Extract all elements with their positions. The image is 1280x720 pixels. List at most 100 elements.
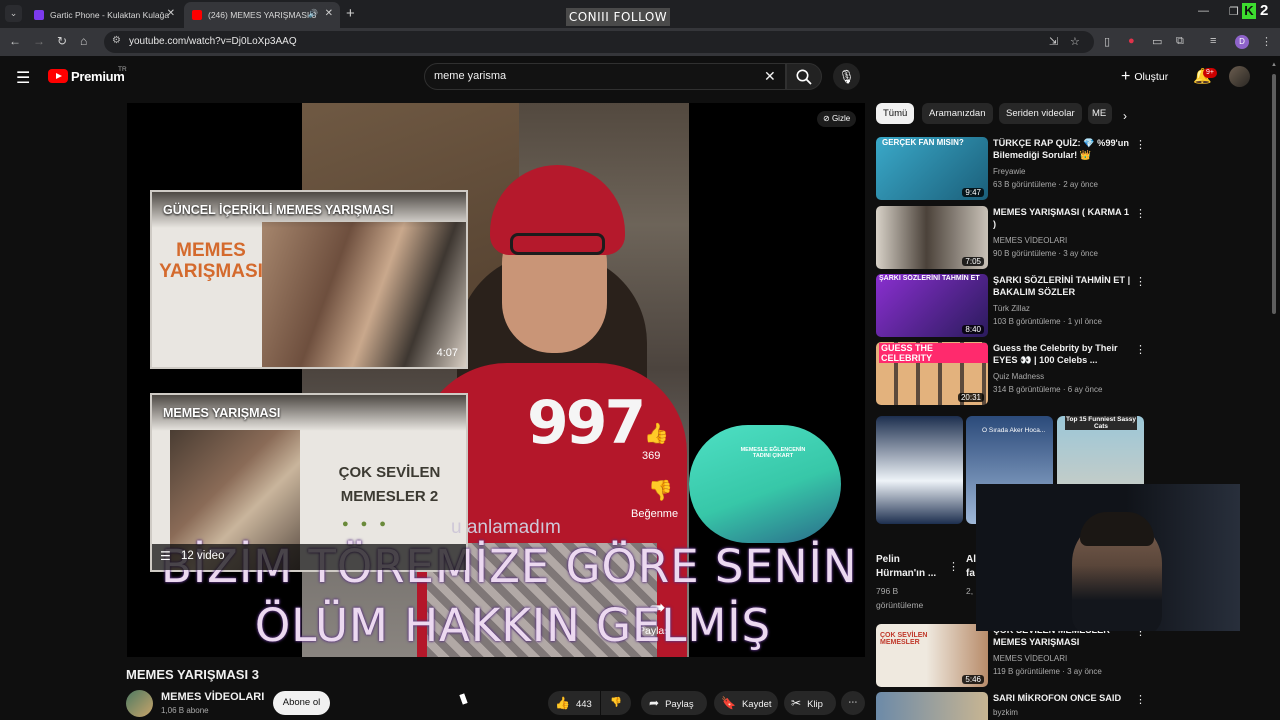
recommendation-channel[interactable]: MEMES VİDEOLARI xyxy=(993,654,1067,663)
recommendation-thumbnail[interactable] xyxy=(876,692,988,720)
recommendation-title[interactable]: ŞARKI SÖZLERİNİ TAHMİN ET | BAKALIM SÖZL… xyxy=(993,274,1131,299)
youtube-logo-icon[interactable] xyxy=(48,69,68,83)
channel-avatar[interactable] xyxy=(126,690,153,717)
tab-close-icon[interactable]: ✕ xyxy=(167,8,175,19)
chips-next-chevron-right-icon[interactable]: › xyxy=(1123,109,1127,123)
recommendation-channel[interactable]: MEMES VİDEOLARI xyxy=(993,236,1067,245)
reload-icon[interactable]: ↻ xyxy=(57,34,67,48)
scrollbar-thumb[interactable] xyxy=(1272,74,1276,314)
tab-close-icon[interactable]: ✕ xyxy=(325,8,333,19)
media-controls-icon[interactable]: ≡ xyxy=(1210,35,1216,47)
endscreen-playlist-card[interactable]: MEMES YARIŞMASI ÇOK SEVİLEN MEMESLER 2 ●… xyxy=(150,393,468,572)
recommendation-title[interactable]: TÜRKÇE RAP QUİZ: 💎 %99'un Bilemediği Sor… xyxy=(993,137,1131,161)
chip-series-videos[interactable]: Seriden videolar xyxy=(999,103,1082,124)
recommendation-channel[interactable]: Türk Zillaz xyxy=(993,304,1030,313)
tab-search-chevron-down-icon[interactable]: ⌄ xyxy=(5,5,22,22)
recommendation-item[interactable]: GUESS THE CELEBRITY 20:31 Guess the Cele… xyxy=(876,342,1146,406)
recommendation-menu-kebab-icon[interactable]: ⋮ xyxy=(1135,138,1146,151)
recommendation-title[interactable]: MEMES YARIŞMASI ( KARMA 1 ) xyxy=(993,206,1131,230)
page-scrollbar[interactable]: ▲ xyxy=(1270,60,1278,720)
bookmarks-icon[interactable]: ▯ xyxy=(1104,35,1110,48)
kick-viewer-count: 2 xyxy=(1260,2,1269,19)
restore-icon[interactable]: ❐ xyxy=(1229,5,1239,18)
youtube-premium-wordmark[interactable]: Premium xyxy=(71,69,125,84)
like-button[interactable]: 👍 443 xyxy=(548,691,600,715)
search-button[interactable] xyxy=(786,63,822,90)
dislike-button[interactable]: 👎 xyxy=(601,691,631,715)
back-arrow-icon[interactable]: ← xyxy=(9,34,21,48)
search-query-text[interactable]: meme yarisma xyxy=(434,70,506,82)
search-input[interactable]: meme yarisma ✕ xyxy=(424,63,786,90)
browser-menu-kebab-icon[interactable]: ⋮ xyxy=(1261,35,1272,48)
chip-all[interactable]: Tümü xyxy=(876,103,915,124)
chip-from-search[interactable]: Aramanızdan xyxy=(922,103,993,124)
home-icon[interactable]: ⌂ xyxy=(80,34,87,48)
playlist-count: 12 video xyxy=(181,550,225,562)
shorts-title[interactable]: Al fa xyxy=(966,553,976,581)
recommendation-menu-kebab-icon[interactable]: ⋮ xyxy=(1135,275,1146,288)
search-icon xyxy=(796,69,812,85)
recommendation-channel[interactable]: byzkim xyxy=(993,708,1018,717)
recommendation-item[interactable]: ÇOK SEVİLEN MEMESLER 5:46 ÇOK SEVİLEN ME… xyxy=(876,624,1146,688)
shorts-tile[interactable] xyxy=(876,416,963,524)
minimize-icon[interactable]: — xyxy=(1198,5,1209,17)
recommendation-item[interactable]: GERÇEK FAN MISIN? 9:47 TÜRKÇE RAP QUİZ: … xyxy=(876,137,1146,201)
channel-promo-circle[interactable]: MEMESLE EĞLENCENİN TADINI ÇIKART xyxy=(689,425,841,543)
endscreen-video-card[interactable]: GÜNCEL İÇERİKLİ MEMES YARIŞMASI MEMES YA… xyxy=(150,190,468,369)
new-tab-plus-icon[interactable]: + xyxy=(346,5,355,22)
more-actions-kebab-icon[interactable]: ⋯ xyxy=(841,691,865,715)
hide-button[interactable]: ⊘ Gizle xyxy=(817,111,857,127)
recommendation-item[interactable]: 7:05 MEMES YARIŞMASI ( KARMA 1 ) MEMES V… xyxy=(876,206,1146,270)
scroll-up-arrow-icon[interactable]: ▲ xyxy=(1271,62,1277,68)
hamburger-menu-icon[interactable]: ☰ xyxy=(16,68,30,88)
browser-tab-strip: ⌄ Gartic Phone - Kulaktan Kulağa ✕ (246)… xyxy=(0,0,1280,28)
extension-cast-icon[interactable]: ▭ xyxy=(1152,35,1162,48)
account-avatar[interactable] xyxy=(1229,66,1250,87)
shorts-like-thumb-icon[interactable]: 👍 xyxy=(644,421,669,446)
install-app-icon[interactable]: ⇲ xyxy=(1049,35,1058,48)
recommendation-thumbnail[interactable]: GUESS THE CELEBRITY 20:31 xyxy=(876,342,988,405)
browser-profile-avatar[interactable]: D xyxy=(1235,35,1249,49)
shorts-dislike-thumb-icon[interactable]: 👎 xyxy=(648,478,673,503)
subscribe-button[interactable]: Abone ol xyxy=(273,691,330,715)
clear-search-close-icon[interactable]: ✕ xyxy=(764,68,776,85)
extension-red-icon[interactable]: ● xyxy=(1128,35,1135,47)
bookmark-star-icon[interactable]: ☆ xyxy=(1070,35,1080,48)
recommendation-item[interactable]: SARI MİKROFON ONCE SAID byzkim ⋮ xyxy=(876,692,1146,720)
card-duration: 4:07 xyxy=(436,347,458,359)
video-player[interactable]: 997 ⊘ Gizle GÜNCEL İÇERİKLİ MEMES YARIŞM… xyxy=(127,103,865,657)
shorts-title[interactable]: Pelin Hürman'ın ... xyxy=(876,553,942,581)
tab-youtube-active[interactable]: (246) MEMES YARIŞMASI 3 🔊 ✕ xyxy=(184,2,340,28)
clip-button[interactable]: ✂ Klip xyxy=(784,691,836,715)
save-button[interactable]: 🔖 Kaydet xyxy=(714,691,778,715)
site-info-tune-icon[interactable]: ⚙ xyxy=(112,35,121,46)
chip-truncated[interactable]: ME xyxy=(1088,103,1112,124)
recommendation-title[interactable]: SARI MİKROFON ONCE SAID xyxy=(993,692,1131,704)
recommendation-menu-kebab-icon[interactable]: ⋮ xyxy=(1135,207,1146,220)
youtube-favicon-icon xyxy=(192,10,202,20)
speaker-icon[interactable]: 🔊 xyxy=(308,9,318,18)
shorts-menu-kebab-icon[interactable]: ⋮ xyxy=(948,560,959,573)
recommendation-title[interactable]: Guess the Celebrity by Their EYES 👀 | 10… xyxy=(993,342,1131,366)
shorts-overlay-text: O Sırada Aker Hoca... xyxy=(982,427,1046,434)
recommendation-channel[interactable]: Freyawie xyxy=(993,167,1025,176)
recommendation-thumbnail[interactable]: ŞARKI SÖZLERİNİ TAHMİN ET 8:40 xyxy=(876,274,988,337)
recommendation-channel[interactable]: Quiz Madness xyxy=(993,372,1044,381)
tab-gartic-phone[interactable]: Gartic Phone - Kulaktan Kulağa ✕ xyxy=(26,2,182,28)
url-text[interactable]: youtube.com/watch?v=Dj0LoXp3AAQ xyxy=(129,36,297,47)
thumbnail-text: GERÇEK FAN MISIN? xyxy=(882,138,964,147)
voice-search-microphone-icon[interactable]: 🎙 xyxy=(833,63,860,90)
recommendation-thumbnail[interactable]: 7:05 xyxy=(876,206,988,269)
video-duration: 5:46 xyxy=(962,675,984,684)
share-button[interactable]: ➦ Paylaş xyxy=(641,691,707,715)
recommendation-thumbnail[interactable]: GERÇEK FAN MISIN? 9:47 xyxy=(876,137,988,200)
recommendation-thumbnail[interactable]: ÇOK SEVİLEN MEMESLER 5:46 xyxy=(876,624,988,687)
create-button[interactable]: + Oluştur xyxy=(1121,68,1168,86)
recommendation-menu-kebab-icon[interactable]: ⋮ xyxy=(1135,343,1146,356)
extensions-puzzle-icon[interactable]: ⧉ xyxy=(1176,35,1184,48)
forward-arrow-icon[interactable]: → xyxy=(33,34,45,48)
recommendation-menu-kebab-icon[interactable]: ⋮ xyxy=(1135,693,1146,706)
recommendation-item[interactable]: ŞARKI SÖZLERİNİ TAHMİN ET 8:40 ŞARKI SÖZ… xyxy=(876,274,1146,338)
address-bar[interactable]: ⚙ youtube.com/watch?v=Dj0LoXp3AAQ ⇲ ☆ xyxy=(104,31,1094,53)
channel-name[interactable]: MEMES VİDEOLARI xyxy=(161,691,264,703)
